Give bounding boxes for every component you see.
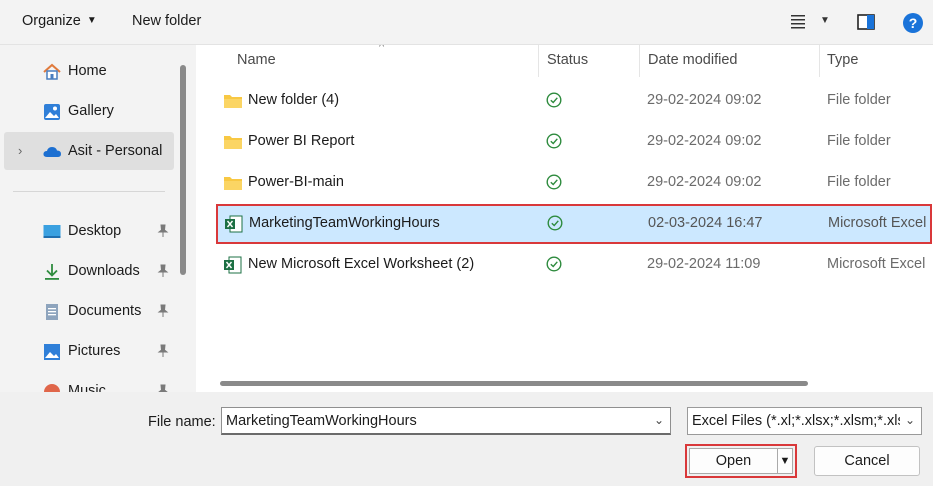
excel-file-icon	[225, 215, 243, 233]
file-name: New Microsoft Excel Worksheet (2)	[248, 256, 475, 272]
nav-item-label: Desktop	[68, 223, 122, 239]
nav-item-documents[interactable]: Documents	[0, 292, 174, 330]
download-icon	[45, 264, 59, 280]
nav-item-pictures[interactable]: Pictures	[0, 332, 174, 370]
file-type: File folder	[827, 174, 891, 190]
pin-icon[interactable]	[156, 224, 170, 238]
column-divider[interactable]	[538, 45, 539, 77]
nav-item-label: Pictures	[68, 343, 121, 359]
file-name-value[interactable]: MarketingTeamWorkingHours	[226, 413, 417, 429]
folder-icon	[224, 95, 242, 108]
nav-item-music[interactable]: Music	[0, 372, 174, 392]
pin-icon[interactable]	[156, 304, 170, 318]
cancel-button[interactable]: Cancel	[814, 446, 920, 476]
file-row[interactable]: Power-BI-main 29-02-2024 09:02 File fold…	[216, 164, 931, 202]
file-type: File folder	[827, 92, 891, 108]
nav-item-label: Home	[68, 63, 107, 79]
sync-status-check-icon	[547, 215, 563, 231]
file-name-label: File name:	[148, 414, 216, 430]
column-divider[interactable]	[639, 45, 640, 77]
nav-item-label: Downloads	[68, 263, 140, 279]
folder-icon	[224, 177, 242, 190]
caret-down-icon: ▼	[86, 15, 97, 26]
nav-item-label: Asit - Personal	[68, 143, 163, 159]
help-icon[interactable]: ?	[903, 13, 923, 33]
file-date: 29-02-2024 09:02	[647, 92, 762, 108]
desktop-icon	[43, 225, 61, 238]
file-row[interactable]: New Microsoft Excel Worksheet (2) 29-02-…	[216, 246, 931, 284]
file-type-value: Excel Files (*.xl;*.xlsx;*.xlsm;*.xlsb	[692, 413, 900, 429]
sync-status-check-icon	[546, 133, 562, 149]
file-type: File folder	[827, 133, 891, 149]
open-split-dropdown-icon[interactable]: ▼	[777, 448, 793, 474]
music-icon	[44, 384, 60, 392]
file-row-selected[interactable]: MarketingTeamWorkingHours 02-03-2024 16:…	[216, 204, 932, 244]
column-header-name[interactable]: Name	[237, 52, 276, 68]
organize-button[interactable]: Organize ▼	[22, 13, 97, 29]
file-type: Microsoft Excel	[828, 215, 927, 231]
onedrive-cloud-icon	[43, 147, 61, 157]
file-date: 29-02-2024 09:02	[647, 133, 762, 149]
nav-item-downloads[interactable]: Downloads	[0, 252, 174, 290]
folder-icon	[224, 136, 242, 149]
file-type: Microsoft Excel	[827, 256, 926, 272]
view-dropdown-caret-icon[interactable]: ▼	[820, 15, 830, 26]
organize-label: Organize	[22, 13, 81, 29]
sync-status-check-icon	[546, 174, 562, 190]
column-header-type[interactable]: Type	[827, 52, 858, 68]
new-folder-button[interactable]: New folder	[132, 13, 201, 29]
file-date: 29-02-2024 11:09	[647, 256, 761, 272]
pictures-icon	[44, 344, 60, 360]
pin-icon[interactable]	[156, 344, 170, 358]
nav-item-label: Documents	[68, 303, 142, 319]
sync-status-check-icon	[546, 256, 562, 272]
nav-scrollbar[interactable]	[180, 65, 186, 275]
file-name: New folder (4)	[248, 92, 340, 108]
chevron-down-icon[interactable]: ⌄	[654, 413, 664, 427]
dialog-footer: File name: MarketingTeamWorkingHours ⌄ E…	[0, 392, 933, 486]
navigation-pane: Home Gallery › Asit - Personal Desktop D…	[0, 45, 193, 392]
column-header-status[interactable]: Status	[547, 52, 588, 68]
column-header-date[interactable]: Date modified	[648, 52, 737, 68]
file-name: MarketingTeamWorkingHours	[249, 215, 440, 231]
file-row[interactable]: New folder (4) 29-02-2024 09:02 File fol…	[216, 82, 931, 120]
sort-ascending-icon: ^	[379, 45, 385, 53]
file-date: 29-02-2024 09:02	[647, 174, 762, 190]
open-button[interactable]: Open	[689, 448, 777, 474]
toolbar: Organize ▼ New folder ▼ ?	[0, 0, 933, 45]
nav-item-label: Gallery	[68, 103, 114, 119]
file-list: ^ Name Status Date modified Type New fol…	[196, 45, 933, 392]
open-button-highlight: Open ▼	[685, 444, 797, 478]
view-options-icon[interactable]	[790, 13, 806, 29]
file-row[interactable]: Power BI Report 29-02-2024 09:02 File fo…	[216, 123, 931, 161]
excel-file-icon	[224, 256, 242, 274]
file-date: 02-03-2024 16:47	[648, 215, 763, 231]
file-name-input[interactable]: MarketingTeamWorkingHours ⌄	[221, 407, 671, 435]
nav-item-desktop[interactable]: Desktop	[0, 212, 174, 250]
column-divider[interactable]	[819, 45, 820, 77]
nav-item-gallery[interactable]: Gallery	[0, 92, 174, 130]
horizontal-scrollbar[interactable]	[220, 381, 808, 386]
gallery-icon	[44, 104, 60, 120]
nav-divider	[13, 191, 165, 192]
chevron-right-icon[interactable]: ›	[18, 143, 22, 158]
sync-status-check-icon	[546, 92, 562, 108]
file-name: Power BI Report	[248, 133, 355, 149]
file-name: Power-BI-main	[248, 174, 344, 190]
chevron-down-icon[interactable]: ⌄	[902, 413, 915, 427]
home-icon	[43, 63, 61, 80]
documents-icon	[46, 304, 58, 320]
pin-icon[interactable]	[156, 384, 170, 392]
nav-item-home[interactable]: Home	[0, 52, 174, 90]
pin-icon[interactable]	[156, 264, 170, 278]
nav-item-label: Music	[68, 383, 106, 392]
preview-pane-icon[interactable]	[857, 14, 875, 30]
column-header-row: ^ Name Status Date modified Type	[196, 45, 933, 77]
file-type-select[interactable]: Excel Files (*.xl;*.xlsx;*.xlsm;*.xlsb ⌄	[687, 407, 922, 435]
nav-item-asit-personal[interactable]: › Asit - Personal	[4, 132, 174, 170]
